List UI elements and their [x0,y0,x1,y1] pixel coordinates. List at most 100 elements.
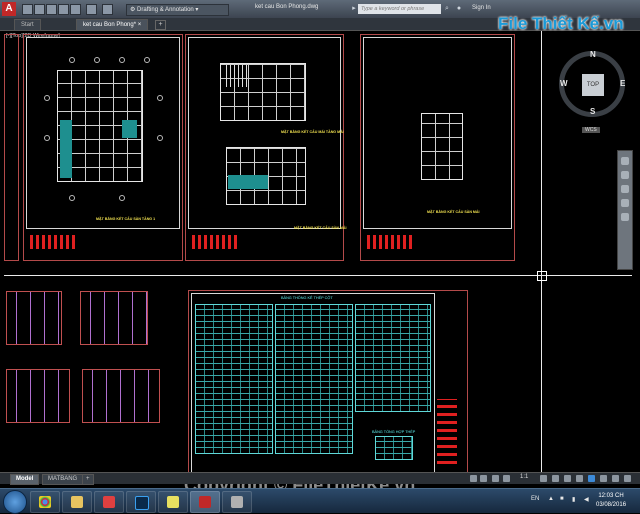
clock-date: 03/08/2016 [596,502,627,508]
customization-icon[interactable] [624,475,631,482]
steel-table [275,304,353,454]
orbit-icon[interactable] [621,199,629,207]
tab-matbang[interactable]: MATBANG [42,474,84,485]
taskbar-notes[interactable] [158,491,188,513]
drawing-caption: MẶT BẰNG KẾT CẤU SÀN MÁI [427,210,480,214]
clean-screen-icon[interactable] [612,475,619,482]
user-icon[interactable]: ● [455,5,463,13]
taskbar-photoshop[interactable] [126,491,156,513]
network-icon[interactable]: ▮ [572,496,575,503]
notes-icon [167,496,179,508]
wcs-menu[interactable]: WCS [582,127,600,133]
app-icon [103,496,115,508]
stair-hatch [60,120,72,178]
grid-bubble [69,195,75,201]
save-as-icon[interactable] [58,4,69,15]
compass-west[interactable]: W [560,79,568,88]
settings-icon[interactable] [540,475,547,482]
taskbar-autocad[interactable] [190,491,220,513]
grid-bubble [69,57,75,63]
tray-up-icon[interactable]: ▲ [548,496,554,502]
open-icon[interactable] [34,4,45,15]
tab-document-label: ket cau Bon Phong* [83,22,137,28]
pan-icon[interactable] [621,171,629,179]
showmotion-icon[interactable] [621,213,629,221]
tab-start[interactable]: Start [14,19,41,30]
windows-taskbar: EN ▲ ■ ▮ ◀ 12:03 CH 03/08/2016 [0,488,640,514]
grid-bubble [119,195,125,201]
grid-bubble [94,57,100,63]
start-button[interactable] [3,490,27,514]
units-icon[interactable] [576,475,583,482]
snap-toggle-icon[interactable] [480,475,487,482]
layout-tab-bar: Model MATBANG + 1:1 [0,472,640,485]
drawing-canvas[interactable]: [-][Top][2D Wireframe] MẶT BẰNG KẾT CẤU … [4,31,632,472]
application-menu-button[interactable]: A [2,2,16,16]
cursor-pickbox [537,271,547,281]
new-icon[interactable] [22,4,33,15]
zoom-icon[interactable] [621,185,629,193]
redo-icon[interactable] [102,4,113,15]
tab-document[interactable]: ket cau Bon Phong* × [76,19,149,30]
app-icon [231,496,243,508]
grid-toggle-icon[interactable] [470,475,477,482]
close-icon[interactable]: × [138,22,142,28]
search-icon[interactable]: ⌕ [443,5,451,13]
schedule-title: BẢNG THỐNG KÊ THÉP CỘT [281,296,333,300]
document-title: ket cau Bon Phong.dwg [255,4,319,10]
viewcube-top[interactable]: TOP [582,74,604,96]
column-detail [80,291,148,345]
sheet-2: MẶT BẰNG KẾT CẤU MÁI TẦNG MÁI MẶT BẰNG K… [185,34,347,261]
taskbar-explorer[interactable] [62,491,92,513]
compass-north[interactable]: N [590,50,596,59]
workspace-switch-icon[interactable] [552,475,559,482]
sign-in-button[interactable]: Sign In [472,5,491,11]
compass-south[interactable]: S [590,107,595,116]
osnap-toggle-icon[interactable] [503,475,510,482]
compass-east[interactable]: E [620,79,625,88]
title-block-marks [192,235,237,249]
workspace-dropdown[interactable]: ⚙ Drafting & Annotation ▾ [126,4,229,16]
add-layout-button[interactable]: + [82,474,94,485]
isolate-objects-icon[interactable] [588,475,595,482]
sheet-partial-left [4,34,19,261]
full-navigation-wheel-icon[interactable] [621,157,629,165]
navigation-bar [617,150,633,270]
undo-icon[interactable] [86,4,97,15]
volume-icon[interactable]: ◀ [584,496,589,503]
grid-bubble [44,135,50,141]
grid-bubble [44,95,50,101]
taskbar-chrome[interactable] [30,491,60,513]
hardware-acceleration-icon[interactable] [600,475,607,482]
annotation-monitor-icon[interactable] [564,475,571,482]
save-icon[interactable] [46,4,57,15]
grid-bubble [157,135,163,141]
tab-model[interactable]: Model [10,474,40,485]
search-input[interactable]: Type a keyword or phrase [358,4,441,14]
folder-icon [71,496,83,508]
column-detail [6,369,70,423]
summary-table [375,436,413,460]
drawing-caption: MẶT BẰNG KẾT CẤU SÀN MÁI [294,226,347,230]
language-indicator[interactable]: EN [531,496,539,502]
summary-title: BẢNG TỔNG HỢP THÉP [372,430,416,434]
system-clock[interactable]: 12:03 CH 03/08/2016 [596,492,626,510]
chrome-icon [39,496,51,508]
site-logo-watermark: File Thiết Kế.vn [498,14,624,33]
sheet-3: MẶT BẰNG KẾT CẤU SÀN MÁI [360,34,515,261]
title-block-marks [367,235,412,249]
ortho-toggle-icon[interactable] [492,475,499,482]
new-tab-button[interactable]: + [155,20,166,30]
annotation-scale[interactable]: 1:1 [520,474,528,480]
taskbar-app[interactable] [94,491,124,513]
taskbar-app[interactable] [222,491,252,513]
grid-bubble [144,57,150,63]
workspace-label: Drafting & Annotation [137,7,194,13]
tray-app-icon[interactable]: ■ [560,496,564,502]
photoshop-icon [135,496,149,510]
plot-icon[interactable] [70,4,81,15]
roof-plan [421,113,463,180]
gear-icon: ⚙ [130,7,138,13]
autocad-icon [199,496,211,508]
search-expand-icon[interactable]: ▸ [350,5,358,13]
